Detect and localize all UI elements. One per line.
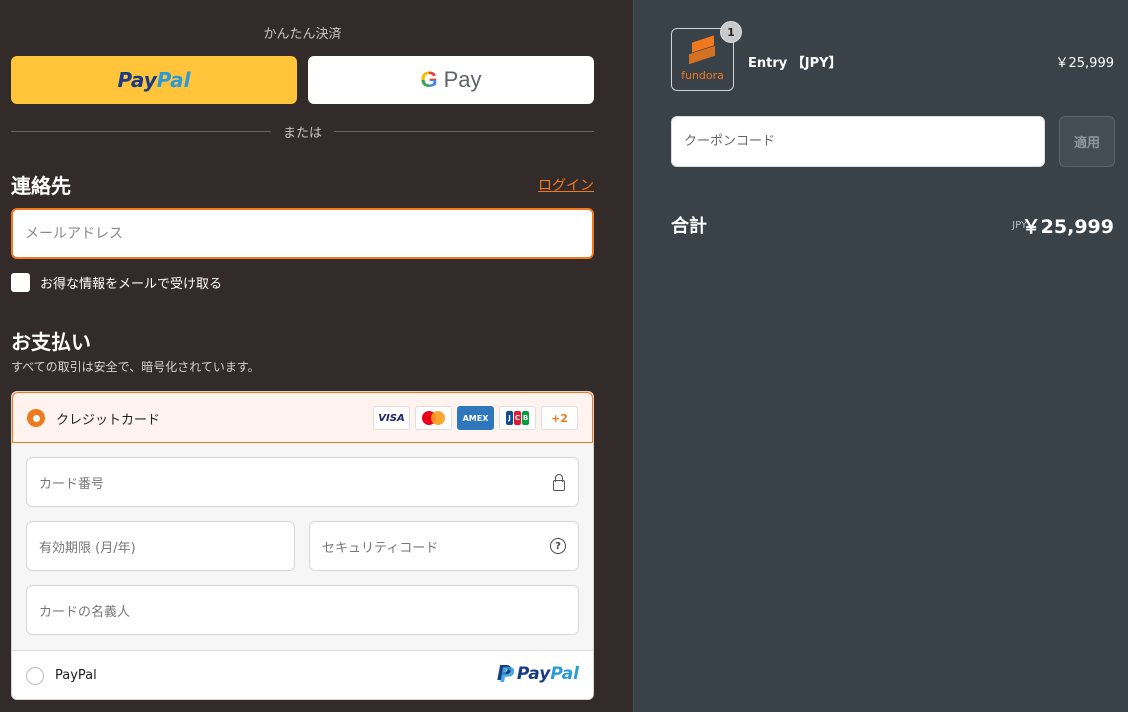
lock-icon (552, 474, 566, 491)
divider-line-left (11, 130, 271, 132)
payment-security-note: すべての取引は安全で、暗号化されています。 (11, 360, 260, 374)
credit-card-label: クレジットカード (56, 413, 161, 428)
login-link[interactable]: ログイン (538, 175, 594, 195)
email-input[interactable] (11, 208, 594, 259)
payment-section-title: お支払い (11, 330, 91, 354)
cardholder-name-field[interactable]: カードの名義人 (26, 585, 579, 635)
cardholder-name-placeholder: カードの名義人 (39, 604, 131, 620)
security-code-field[interactable]: セキュリティコード ? (309, 521, 579, 571)
newsletter-label: お得な情報をメールで受け取る (40, 277, 223, 292)
credit-card-radio[interactable] (27, 409, 45, 427)
card-brand-icons: VISA AMEX JCB +2 (373, 406, 578, 430)
paypal-p-icon (497, 661, 515, 687)
expiry-field[interactable]: 有効期限 (月/年) (26, 521, 295, 571)
or-divider: または (11, 122, 595, 141)
contact-section-title: 連絡先 (11, 174, 71, 198)
divider-line-right (334, 130, 595, 132)
coupon-input[interactable] (671, 116, 1045, 167)
paypal-radio[interactable] (26, 667, 44, 685)
amex-icon: AMEX (457, 406, 494, 430)
or-divider-label: または (283, 125, 323, 141)
visa-icon: VISA (373, 406, 410, 430)
newsletter-checkbox[interactable] (11, 273, 30, 292)
google-pay-button[interactable]: G Pay (308, 56, 594, 104)
expiry-placeholder: 有効期限 (月/年) (39, 540, 136, 556)
fundora-logo-text: fundora (681, 69, 724, 82)
express-checkout-label: かんたん決済 (263, 27, 342, 42)
product-price: ￥25,999 (1055, 56, 1115, 71)
paypal-option-label: PayPal (55, 668, 97, 683)
fundora-logo-icon (688, 35, 718, 67)
security-code-placeholder: セキュリティコード (322, 540, 439, 556)
paypal-option[interactable]: PayPal PayPal (12, 650, 593, 699)
card-number-placeholder: カード番号 (39, 476, 105, 492)
card-number-field[interactable]: カード番号 (26, 457, 579, 507)
newsletter-checkbox-row[interactable]: お得な情報をメールで受け取る (11, 273, 222, 292)
product-name: Entry 【JPY】 (748, 56, 842, 71)
jcb-icon: JCB (499, 406, 536, 430)
order-summary-panel: fundora 1 Entry 【JPY】 ￥25,999 適用 合計 JPY … (633, 0, 1128, 712)
question-mark-icon[interactable]: ? (550, 538, 566, 554)
total-label: 合計 (671, 216, 707, 237)
mastercard-icon (415, 406, 452, 430)
total-value: ￥25,999 (1021, 216, 1114, 238)
checkout-form-panel: かんたん決済 PayPal G Pay または 連絡先 ログイン お得な情報をメ… (0, 0, 633, 712)
more-brands-badge: +2 (541, 406, 578, 430)
payment-methods-box: クレジットカード VISA AMEX JCB +2 カード番号 有効期限 (月/… (11, 391, 594, 700)
apply-coupon-button[interactable]: 適用 (1059, 116, 1115, 167)
google-g-icon: G (420, 67, 438, 92)
paypal-logo: PayPal (497, 661, 579, 687)
credit-card-option[interactable]: クレジットカード VISA AMEX JCB +2 (12, 392, 593, 443)
paypal-logo-part2: Pal (156, 68, 191, 92)
paypal-express-button[interactable]: Pay Pal (11, 56, 297, 104)
quantity-badge: 1 (720, 21, 742, 43)
google-pay-label: Pay (443, 67, 482, 92)
paypal-logo-part1: Pay (117, 68, 157, 92)
